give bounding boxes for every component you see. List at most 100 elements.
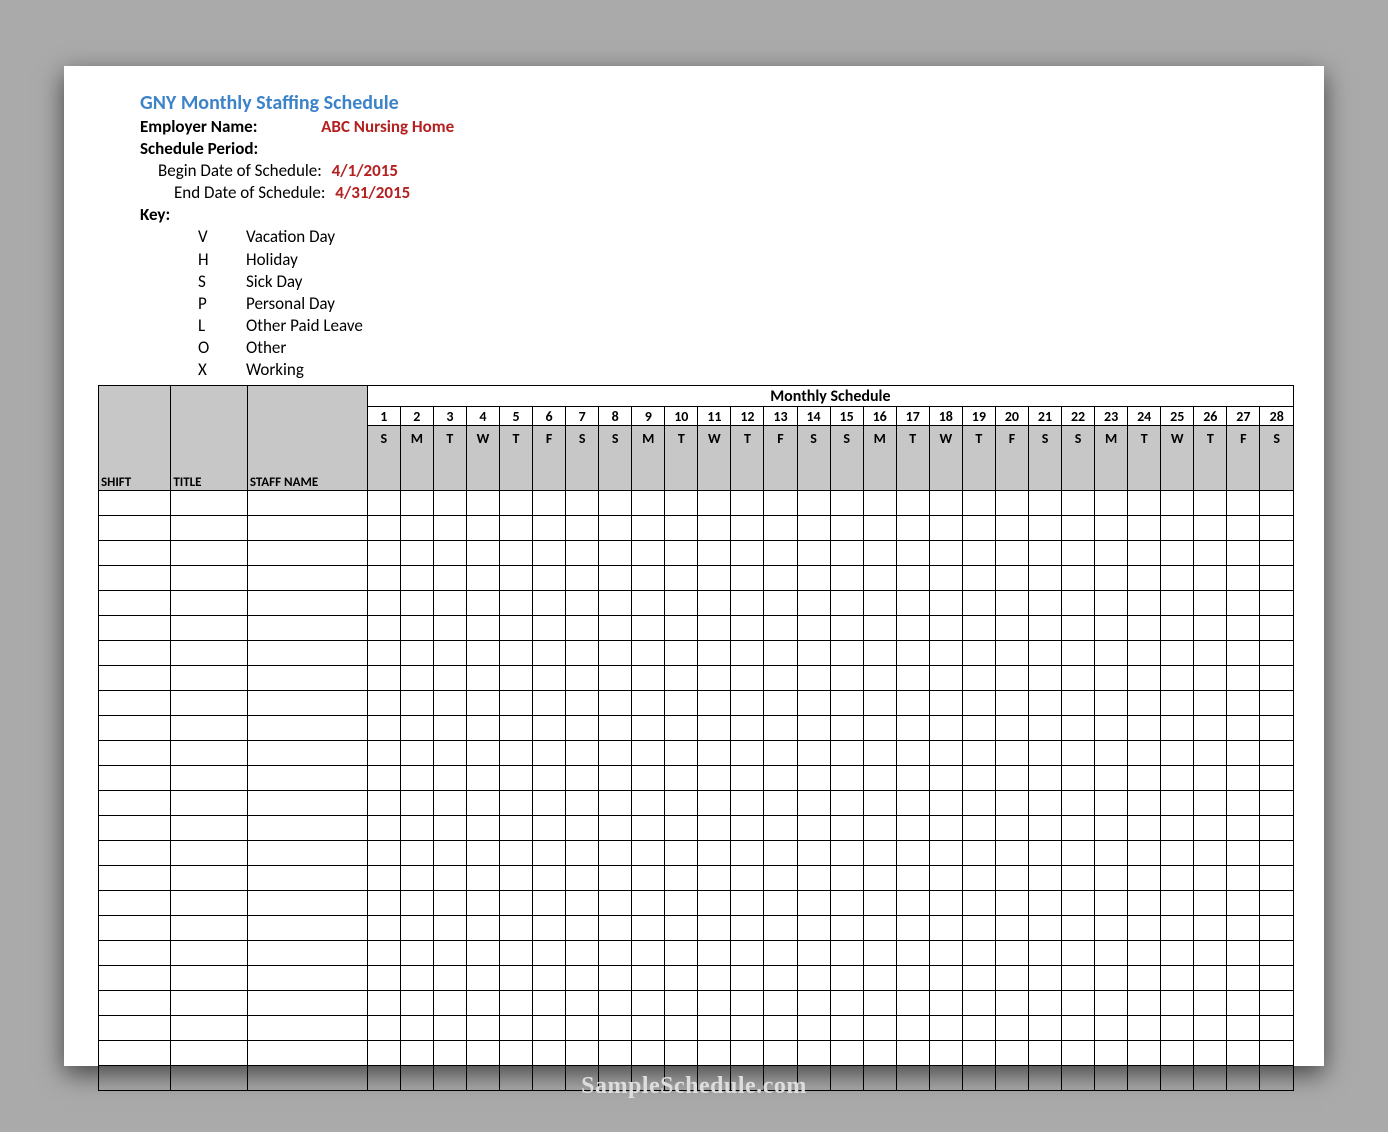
- cell: [665, 1066, 698, 1091]
- cell: [400, 641, 433, 666]
- cell: [1194, 691, 1227, 716]
- cell: [929, 616, 962, 641]
- cell: [1194, 941, 1227, 966]
- cell: [1260, 1041, 1294, 1066]
- cell: [1128, 541, 1161, 566]
- day-number: 18: [929, 407, 962, 426]
- cell: [1095, 691, 1128, 716]
- cell: [830, 1066, 863, 1091]
- cell: [698, 541, 731, 566]
- cell: [1128, 1066, 1161, 1091]
- cell: [1194, 766, 1227, 791]
- cell: [731, 566, 764, 591]
- cell: [1062, 1041, 1095, 1066]
- cell: [830, 716, 863, 741]
- cell: [1095, 616, 1128, 641]
- cell: [1161, 591, 1194, 616]
- day-letter: T: [433, 426, 466, 491]
- table-row: [99, 1066, 1294, 1091]
- cell: [665, 716, 698, 741]
- cell: [433, 891, 466, 916]
- cell: [830, 641, 863, 666]
- cell: [632, 666, 665, 691]
- cell: [433, 491, 466, 516]
- cell: [1227, 966, 1260, 991]
- cell: [1161, 716, 1194, 741]
- cell: [367, 891, 400, 916]
- cell: [797, 966, 830, 991]
- cell: [367, 1066, 400, 1091]
- cell: [1128, 916, 1161, 941]
- cell: [896, 741, 929, 766]
- cell: [533, 741, 566, 766]
- cell: [466, 841, 499, 866]
- cell: [995, 641, 1028, 666]
- cell: [731, 866, 764, 891]
- key-meaning: Personal Day: [246, 293, 335, 314]
- cell: [99, 591, 171, 616]
- cell: [400, 941, 433, 966]
- cell: [1227, 841, 1260, 866]
- cell: [1194, 566, 1227, 591]
- cell: [1260, 841, 1294, 866]
- cell: [1095, 941, 1128, 966]
- cell: [1194, 891, 1227, 916]
- cell: [632, 541, 665, 566]
- cell: [566, 891, 599, 916]
- day-letter: W: [1161, 426, 1194, 491]
- cell: [247, 1041, 367, 1066]
- cell: [665, 791, 698, 816]
- cell: [171, 566, 247, 591]
- cell: [632, 641, 665, 666]
- key-code: S: [198, 271, 246, 293]
- day-number: 2: [400, 407, 433, 426]
- cell: [863, 1041, 896, 1066]
- cell: [566, 491, 599, 516]
- cell: [863, 866, 896, 891]
- schedule-table: SHIFT TITLE STAFF NAME Monthly Schedule …: [98, 385, 1294, 1091]
- cell: [99, 566, 171, 591]
- cell: [1062, 666, 1095, 691]
- cell: [367, 941, 400, 966]
- day-letter: T: [896, 426, 929, 491]
- cell: [830, 1016, 863, 1041]
- day-number: 21: [1028, 407, 1061, 426]
- cell: [962, 741, 995, 766]
- cell: [1128, 1041, 1161, 1066]
- cell: [830, 816, 863, 841]
- cell: [433, 591, 466, 616]
- cell: [1095, 1066, 1128, 1091]
- cell: [1028, 916, 1061, 941]
- cell: [1161, 691, 1194, 716]
- cell: [247, 891, 367, 916]
- cell: [929, 791, 962, 816]
- cell: [466, 941, 499, 966]
- cell: [466, 816, 499, 841]
- cell: [247, 841, 367, 866]
- day-number: 24: [1128, 407, 1161, 426]
- cell: [1260, 816, 1294, 841]
- cell: [632, 591, 665, 616]
- cell: [171, 1041, 247, 1066]
- cell: [1095, 741, 1128, 766]
- cell: [1062, 816, 1095, 841]
- cell: [533, 816, 566, 841]
- cell: [731, 716, 764, 741]
- cell: [1194, 516, 1227, 541]
- cell: [1260, 1016, 1294, 1041]
- cell: [433, 741, 466, 766]
- cell: [962, 891, 995, 916]
- cell: [499, 691, 532, 716]
- cell: [1062, 991, 1095, 1016]
- cell: [1161, 641, 1194, 666]
- cell: [1194, 916, 1227, 941]
- cell: [1062, 691, 1095, 716]
- cell: [962, 941, 995, 966]
- cell: [962, 641, 995, 666]
- cell: [995, 966, 1028, 991]
- cell: [599, 566, 632, 591]
- cell: [171, 591, 247, 616]
- cell: [830, 1041, 863, 1066]
- cell: [400, 966, 433, 991]
- cell: [962, 716, 995, 741]
